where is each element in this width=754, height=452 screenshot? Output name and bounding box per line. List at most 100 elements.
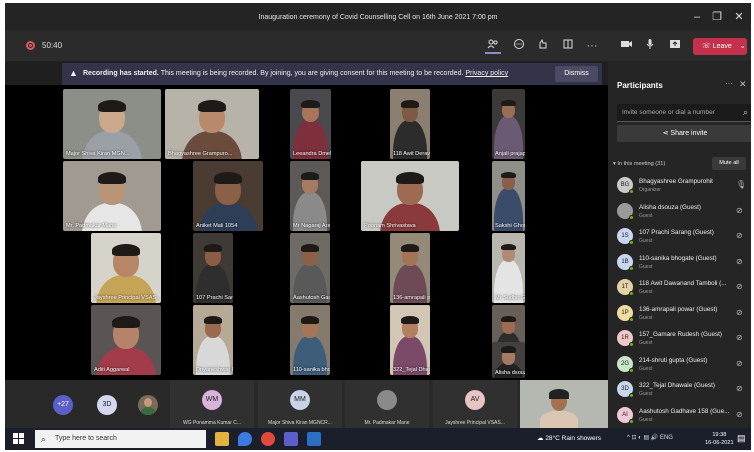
mic-off-icon[interactable]: ⊘ [736,282,743,291]
dismiss-button[interactable]: Dismiss [555,66,598,82]
file-explorer-icon[interactable] [215,432,229,446]
leave-button[interactable]: ☏ Leave ⌄ [693,38,747,55]
notification-icon[interactable]: ▤ [737,433,746,444]
tile-name: Aditi Aggarwal [94,367,130,373]
participant-row[interactable]: 1R 157_Gamare Rudesh (Guest) Guest ⊘ [608,327,751,353]
maximize-button[interactable]: ❐ [707,9,727,25]
strip-participant-card[interactable]: MM Major Shiva Kiran MGNCR... [258,380,342,428]
invite-input[interactable]: Invite someone or dial a number ⌕ [617,104,751,122]
video-tile[interactable]: 136-amrapali powar [390,233,430,303]
participant-row[interactable]: 2G 214-shruti gupta (Guest) Guest ⊘ [608,353,751,379]
in-meeting-header[interactable]: ▾ In this meeting (31) [613,161,665,167]
video-tile[interactable]: Alisha dsouza [492,342,525,378]
participant-row[interactable]: 1T 118 Awit Dawanand Tamboli (... Guest ⊘ [608,276,751,302]
teams-icon[interactable] [284,432,298,446]
video-tile[interactable]: 118 Awit Deravano T... [390,89,430,159]
clock[interactable]: 19:38 16-06-2021 [705,431,734,447]
participant-avatar: 1R [617,330,634,347]
person-hair [98,99,126,113]
mic-off-icon[interactable]: ⊘ [736,308,743,317]
participant-row[interactable]: 3D 322_Tejal Dhawale (Guest) Guest ⊘ [608,378,751,404]
participant-avatar: MM [290,390,310,410]
video-tile[interactable]: Mr Sudhir Gedit [492,233,525,303]
minimize-button[interactable]: – [687,9,707,25]
video-tile[interactable]: Bhagyashree Grampuro... [165,89,259,159]
rooms-icon[interactable] [560,38,576,54]
participant-avatar: BG [617,177,634,194]
video-tile[interactable]: Jayshree Principal VSAS... [91,233,161,303]
strip-participant-card[interactable]: WM WG Ponamma Kumar C... [170,380,254,428]
panel-more-icon[interactable]: ··· [725,79,733,88]
video-tile[interactable]: Aashutosh Gadhave 1... [290,233,330,303]
more-icon[interactable]: ··· [584,38,600,54]
strip-participant-card[interactable]: AV Jayshree Principal VSAS... [433,380,517,428]
person-hair [400,315,420,324]
system-tray[interactable]: ^ ⊡ ◐ ▤ 🔊 ENG [627,434,673,441]
participant-row[interactable]: 1S 107 Prachi Sarang (Guest) Guest ⊘ [608,225,751,251]
participant-avatar: 3D [617,381,634,398]
tile-name: 110-sanika bhogate [293,367,330,373]
mic-off-icon[interactable]: ⊘ [736,410,743,419]
word-icon[interactable] [307,432,321,446]
video-tile[interactable]: Aditi Aggarwal [91,305,161,375]
overflow-count[interactable]: +27 [53,395,73,415]
video-tile[interactable]: Mr Nagaraj Arabhavi [290,161,330,231]
person-hair [400,243,420,252]
person-hair [112,243,140,257]
reactions-icon[interactable] [535,38,551,54]
share-invite-button[interactable]: ⋖ Share invite [617,125,751,142]
video-tile[interactable]: Poonam Shrivastava [361,161,459,231]
participant-row[interactable]: Alisha dsouza (Guest) Guest ⊘ [608,200,751,226]
mic-off-icon[interactable]: ⊘ [736,359,743,368]
participant-avatar: 1T [617,279,634,296]
share-screen-icon[interactable] [667,38,683,54]
participants-icon[interactable] [485,38,501,54]
video-tile[interactable]: Major Shiva Kiran MGN... [63,89,161,159]
mic-off-icon[interactable]: ⊘ [736,257,743,266]
mic-icon[interactable] [642,38,658,54]
chat-icon[interactable] [511,38,527,54]
strip-participant-card[interactable]: Mr. Padmakar Mane [345,380,429,428]
presence-icon [629,189,634,194]
participant-name: 214-shruti gupta (Guest) [639,356,708,364]
participant-role: Guest [639,391,653,397]
person-hair [300,315,320,324]
window-close-button[interactable]: ✕ [729,9,749,25]
participant-name: Alisha dsouza (Guest) [639,203,701,211]
participant-row[interactable]: BG Bhagyashree Grampurohit Organizer 🎙 [608,174,751,200]
edge-icon[interactable] [238,432,252,446]
mic-off-icon[interactable]: ⊘ [736,384,743,393]
participant-name: 118 Awit Dawanand Tamboli (... [639,280,727,287]
participant-role: Guest [639,289,653,295]
participant-row[interactable]: 1P 136-amrapali powar (Guest) Guest ⊘ [608,302,751,328]
mic-off-icon[interactable]: ⊘ [736,333,743,342]
camera-icon[interactable] [618,38,634,54]
video-tile[interactable]: Sakshi Ghorpade [492,161,525,231]
taskbar-search-input[interactable]: ⌕ Type here to search [35,430,206,448]
chrome-icon[interactable] [261,432,275,446]
person-hair [396,171,424,185]
presence-icon [629,265,634,271]
tile-name: Aniket Mali 1054 [196,223,238,229]
video-tile[interactable]: Dnyaneshwar Dhobale [193,305,233,375]
video-tile[interactable]: 110-sanika bhogate [290,305,330,375]
video-tile[interactable]: Leeandra Dmello [290,89,331,159]
mic-off-icon[interactable]: ⊘ [736,231,743,240]
mute-all-button[interactable]: Mute all [712,157,746,170]
weather-status[interactable]: ☁ 28°C Rain showers [537,434,601,442]
mic-icon[interactable]: 🎙 [736,180,746,189]
participants-panel: Participants ··· ✕ Invite someone or dia… [608,61,751,428]
participant-row[interactable]: AI Aashutosh Gadhave 158 (Gue... Guest ⊘ [608,404,751,430]
windows-start-icon[interactable] [13,433,25,445]
person-hair [98,171,126,185]
video-tile[interactable]: 107 Prachi Sarang [193,233,233,303]
video-tile[interactable]: Aniket Mali 1054 [193,161,263,231]
mic-off-icon[interactable]: ⊘ [736,206,743,215]
video-tile[interactable]: Mr. Padmakar Mane [63,161,161,231]
participant-row[interactable]: 1B 110-sanika bhogate (Guest) Guest ⊘ [608,251,751,277]
privacy-policy-link[interactable]: Privacy policy [465,70,508,77]
participant-name: 110-sanika bhogate (Guest) [639,254,717,262]
panel-close-button[interactable]: ✕ [739,79,747,90]
video-tile[interactable]: Anjali prajapati [492,89,525,159]
video-tile[interactable]: 322_Tejal Dhawale [390,305,430,375]
